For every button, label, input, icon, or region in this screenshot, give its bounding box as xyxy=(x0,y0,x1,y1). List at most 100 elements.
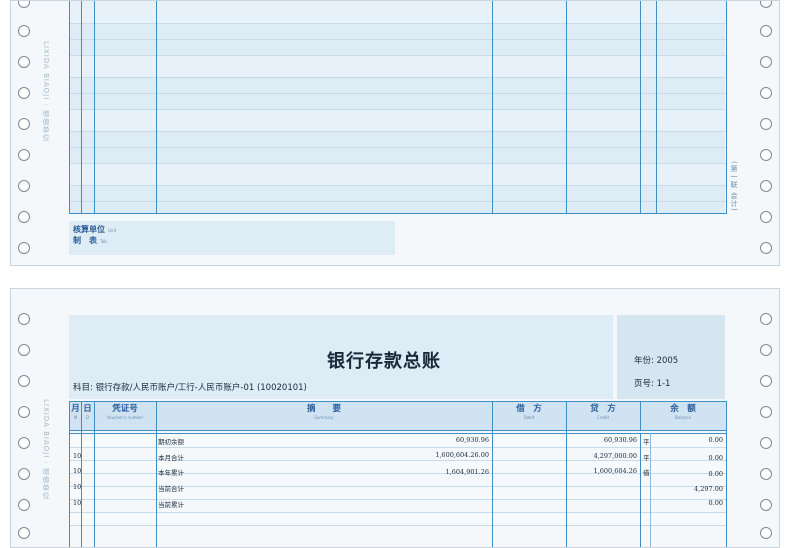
header-day-sub: D xyxy=(85,415,90,420)
header-summary: 摘 要 Summary xyxy=(156,402,492,428)
ledger-title: 银行存款总账 xyxy=(327,351,441,372)
tractor-hole xyxy=(18,437,30,449)
tractor-hole xyxy=(18,87,30,99)
unit-label: 核算单位 xyxy=(73,225,105,234)
year-label: 年份: xyxy=(634,356,654,366)
header-day: 日D xyxy=(81,402,94,428)
row-month: 10 xyxy=(73,467,82,475)
header-month: 月M xyxy=(70,402,81,428)
unit-label-group: 核算单位 Unit xyxy=(73,224,116,235)
tractor-hole xyxy=(18,468,30,480)
tractor-hole xyxy=(760,437,772,449)
maker-label: 制 表 xyxy=(73,236,97,245)
tractor-hole xyxy=(760,211,772,223)
header-voucher-label: 凭证号 xyxy=(112,404,138,414)
tractor-hole xyxy=(760,313,772,325)
tractor-hole xyxy=(760,180,772,192)
header-voucher-sub: Voucher's number xyxy=(106,415,144,420)
header-credit: 贷 方 Credit xyxy=(566,402,640,428)
tractor-hole xyxy=(760,118,772,130)
tractor-hole xyxy=(18,180,30,192)
row-credit: 1,600,604.26 xyxy=(593,467,637,475)
tractor-hole xyxy=(18,1,30,8)
subject-value: 银行存款/人民币账户/工行-人民币账户-01 (10020101) xyxy=(95,383,307,393)
tractor-hole xyxy=(760,344,772,356)
tractor-hole xyxy=(18,56,30,68)
tractor-hole xyxy=(18,344,30,356)
tractor-hole xyxy=(18,149,30,161)
tractor-hole xyxy=(760,527,772,539)
header-summary-label: 摘 要 xyxy=(306,404,341,414)
row-month: 10 xyxy=(73,499,82,507)
page-label: 页号: xyxy=(634,379,654,389)
header-credit-label: 贷 方 xyxy=(590,404,616,414)
subject-label: 科目: xyxy=(73,383,93,393)
tractor-hole xyxy=(18,211,30,223)
header-balance: 余 额 Balance xyxy=(640,402,726,428)
tractor-hole xyxy=(760,1,772,8)
header-debit-sub: Debit xyxy=(523,415,535,420)
tractor-hole xyxy=(18,25,30,37)
row-debit: 60,930.96 xyxy=(455,436,489,444)
row-debit: 1,604,901.26 xyxy=(445,468,489,476)
tractor-hole xyxy=(18,527,30,539)
row-balance: 0.00 xyxy=(708,454,723,462)
header-debit: 借 方 Debit xyxy=(492,402,566,428)
year-line: 年份: 2005 xyxy=(634,354,678,366)
unit-sub-label: Unit xyxy=(108,228,117,233)
row-summary: 本年累计 xyxy=(158,469,184,477)
row-balance: 4,297.00 xyxy=(694,485,723,493)
vertical-side-text: LIXIDA BIAOJI · 增值单位 xyxy=(42,399,50,500)
header-credit-sub: Credit xyxy=(596,415,610,420)
row-direction: 平 xyxy=(643,454,650,462)
header-voucher: 凭证号 Voucher's number xyxy=(94,402,156,428)
header-balance-label: 余 额 xyxy=(670,404,696,414)
row-balance: 0.00 xyxy=(708,470,723,478)
tractor-hole xyxy=(18,242,30,254)
row-summary: 期初余额 xyxy=(158,438,184,446)
row-month: 10 xyxy=(73,483,82,491)
row-summary: 本月合计 xyxy=(158,454,184,462)
page-line: 页号: 1-1 xyxy=(634,377,670,389)
row-balance: 0.00 xyxy=(708,499,723,507)
tractor-hole xyxy=(760,149,772,161)
year-value: 2005 xyxy=(656,356,679,366)
row-credit: 4,297,000.00 xyxy=(593,452,637,460)
tractor-hole xyxy=(760,242,772,254)
header-summary-sub: Summary xyxy=(314,415,334,420)
tractor-hole xyxy=(760,87,772,99)
bank-deposit-ledger-sheet: LIXIDA BIAOJI · 增值单位 银行存款总账 科目: 银行存款/人民币… xyxy=(10,288,780,548)
row-credit: 60,930.96 xyxy=(603,436,637,444)
header-balance-sub: Balance xyxy=(675,415,691,420)
maker-label-group: 制 表 Tab xyxy=(73,235,107,246)
top-ledger-sheet: LIXIDA BIAOJI · 增值单位 (第一联 会计) 核算单位 Unit 制… xyxy=(10,0,780,266)
top-ledger-grid xyxy=(69,1,727,214)
tractor-hole xyxy=(760,406,772,418)
tractor-hole xyxy=(18,118,30,130)
maker-sub-label: Tab xyxy=(100,239,107,244)
row-summary: 当前累计 xyxy=(158,501,184,509)
row-direction: 借 xyxy=(643,469,650,477)
tractor-hole xyxy=(18,499,30,511)
row-direction: 平 xyxy=(643,438,650,446)
header-month-sub: M xyxy=(73,415,78,420)
tractor-hole xyxy=(760,25,772,37)
top-footer-area xyxy=(69,221,395,255)
row-month: 10 xyxy=(73,452,82,460)
tractor-hole xyxy=(760,375,772,387)
subject-line: 科目: 银行存款/人民币账户/工行-人民币账户-01 (10020101) xyxy=(73,381,307,393)
header-month-label: 月 xyxy=(71,404,80,414)
tractor-hole xyxy=(18,313,30,325)
vertical-right-text: (第一联 会计) xyxy=(730,161,738,212)
tractor-hole xyxy=(760,499,772,511)
tractor-hole xyxy=(18,375,30,387)
vertical-side-text: LIXIDA BIAOJI · 增值单位 xyxy=(42,41,50,142)
tractor-hole xyxy=(18,406,30,418)
tractor-hole xyxy=(760,56,772,68)
header-debit-label: 借 方 xyxy=(516,404,542,414)
row-debit: 1,600,604.26.00 xyxy=(435,451,489,459)
row-balance: 0.00 xyxy=(708,436,723,444)
header-day-label: 日 xyxy=(83,404,92,414)
row-summary: 当前合计 xyxy=(158,485,184,493)
tractor-hole xyxy=(760,468,772,480)
